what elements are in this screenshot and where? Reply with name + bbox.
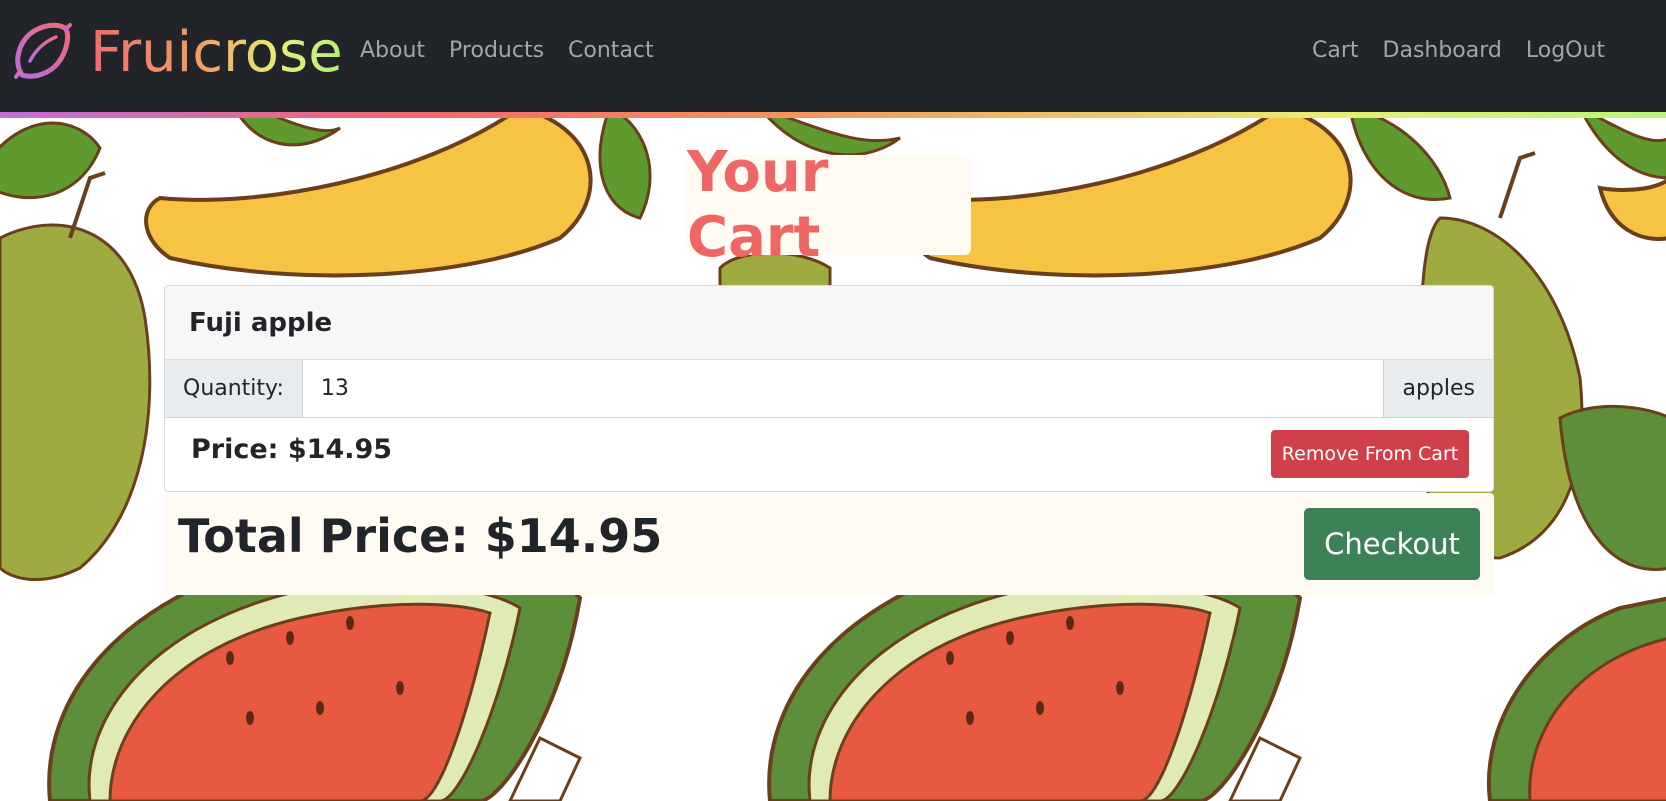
remove-from-cart-button[interactable]: Remove From Cart bbox=[1271, 430, 1469, 478]
quantity-input-group: Quantity: apples bbox=[165, 360, 1493, 418]
nav-link-about[interactable]: About bbox=[360, 38, 425, 63]
cart-item-name: Fuji apple bbox=[165, 286, 1493, 360]
brand[interactable]: Fruicrose bbox=[10, 18, 343, 88]
nav-link-logout[interactable]: LogOut bbox=[1526, 38, 1605, 63]
page-title-box: Your Cart bbox=[687, 140, 971, 270]
price-row: Price: $14.95 Remove From Cart bbox=[165, 418, 1493, 491]
quantity-label: Quantity: bbox=[165, 360, 303, 417]
cart-item-card: Fuji apple Quantity: apples Price: $14.9… bbox=[164, 285, 1494, 492]
nav-right-links: Cart Dashboard LogOut bbox=[1312, 38, 1605, 63]
lemon-icon bbox=[10, 19, 74, 88]
nav-link-contact[interactable]: Contact bbox=[568, 38, 654, 63]
checkout-button[interactable]: Checkout bbox=[1304, 508, 1480, 580]
brand-name: Fruicrose bbox=[90, 18, 343, 88]
total-bar: Total Price: $14.95 Checkout bbox=[164, 493, 1494, 595]
nav-link-dashboard[interactable]: Dashboard bbox=[1383, 38, 1502, 63]
nav-link-cart[interactable]: Cart bbox=[1312, 38, 1359, 63]
quantity-unit: apples bbox=[1383, 360, 1493, 417]
nav-link-products[interactable]: Products bbox=[449, 38, 544, 63]
total-price: Total Price: $14.95 bbox=[178, 509, 663, 563]
navbar: Fruicrose About Products Contact Cart Da… bbox=[0, 0, 1666, 118]
item-price: Price: $14.95 bbox=[191, 434, 393, 465]
page-title: Your Cart bbox=[687, 140, 829, 270]
quantity-input[interactable] bbox=[302, 360, 1384, 417]
nav-left-links: About Products Contact bbox=[360, 38, 654, 63]
